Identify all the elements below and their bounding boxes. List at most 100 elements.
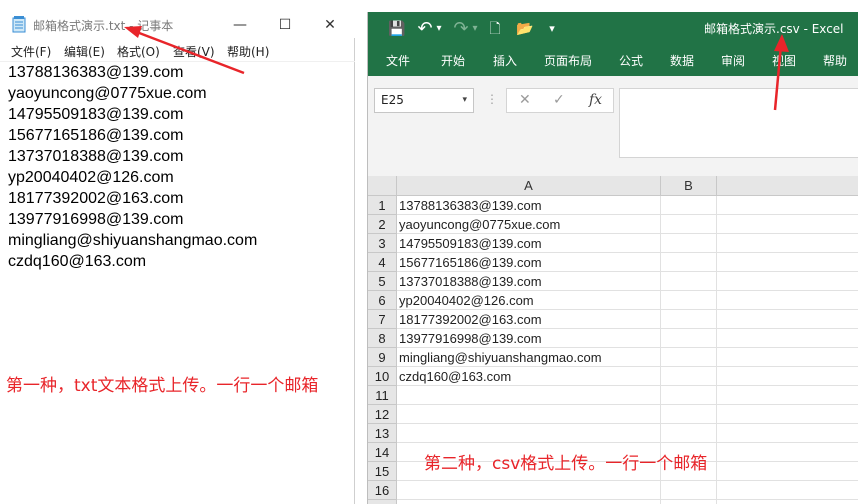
customize-quick-access-icon[interactable]: ▾ (546, 18, 558, 40)
tab-insert[interactable]: 插入 (493, 52, 517, 69)
minimize-button[interactable]: — (217, 12, 263, 38)
row-header[interactable]: 2 (368, 215, 397, 234)
cell-c[interactable] (717, 367, 858, 386)
cell-b[interactable] (661, 253, 717, 272)
cell-a[interactable]: 13977916998@139.com (397, 329, 661, 348)
cell-a[interactable]: mingliang@shiyuanshangmao.com (397, 348, 661, 367)
cell-b[interactable] (661, 424, 717, 443)
name-box[interactable]: E25 ▾ (374, 88, 474, 113)
cell-b[interactable] (661, 386, 717, 405)
row-header[interactable]: 12 (368, 405, 397, 424)
column-header-c[interactable]: C (717, 176, 858, 196)
cell-c[interactable] (717, 310, 858, 329)
save-icon[interactable]: 💾 (386, 18, 408, 40)
new-file-icon[interactable]: 🗋 (486, 18, 504, 40)
row-header[interactable]: 3 (368, 234, 397, 253)
close-button[interactable]: ✕ (307, 12, 353, 38)
cell-b[interactable] (661, 500, 717, 504)
cell-c[interactable] (717, 481, 858, 500)
cell-a[interactable] (397, 481, 661, 500)
cell-a[interactable]: 13737018388@139.com (397, 272, 661, 291)
formula-input[interactable] (619, 88, 858, 158)
tab-view[interactable]: 视图 (772, 52, 796, 69)
row-header[interactable]: 8 (368, 329, 397, 348)
cell-a[interactable]: 15677165186@139.com (397, 253, 661, 272)
cell-b[interactable] (661, 196, 717, 215)
cell-a[interactable] (397, 405, 661, 424)
row-header[interactable]: 4 (368, 253, 397, 272)
cancel-icon[interactable]: ✕ (519, 92, 531, 108)
cell-c[interactable] (717, 348, 858, 367)
tab-file[interactable]: 文件 (386, 52, 410, 69)
cell-c[interactable] (717, 386, 858, 405)
notepad-text-area[interactable]: 13788136383@139.com yaoyuncong@0775xue.c… (0, 61, 355, 504)
cell-a[interactable]: 13788136383@139.com (397, 196, 661, 215)
row-header[interactable]: 10 (368, 367, 397, 386)
cell-a[interactable]: yp20040402@126.com (397, 291, 661, 310)
cell-b[interactable] (661, 215, 717, 234)
row-header[interactable]: 6 (368, 291, 397, 310)
row-header[interactable]: 1 (368, 196, 397, 215)
name-box-dropdown-icon[interactable]: ▾ (462, 89, 467, 112)
cell-c[interactable] (717, 424, 858, 443)
cell-c[interactable] (717, 272, 858, 291)
menu-help[interactable]: 帮助(H) (227, 43, 269, 60)
cell-a[interactable]: yaoyuncong@0775xue.com (397, 215, 661, 234)
formula-bar-splitter-icon[interactable]: ⋮ (486, 92, 498, 106)
tab-page-layout[interactable]: 页面布局 (544, 52, 592, 69)
cell-b[interactable] (661, 329, 717, 348)
cell-c[interactable] (717, 500, 858, 504)
row-header[interactable]: 15 (368, 462, 397, 481)
column-header-a[interactable]: A (397, 176, 661, 196)
row-header[interactable]: 7 (368, 310, 397, 329)
row-header[interactable]: 9 (368, 348, 397, 367)
cell-c[interactable] (717, 234, 858, 253)
menu-file[interactable]: 文件(F) (11, 43, 51, 60)
tab-formulas[interactable]: 公式 (619, 52, 643, 69)
cell-c[interactable] (717, 443, 858, 462)
cell-b[interactable] (661, 367, 717, 386)
enter-icon[interactable]: ✓ (553, 92, 565, 108)
column-header-b[interactable]: B (661, 176, 717, 196)
redo-dropdown-icon[interactable]: ▾ (470, 18, 480, 40)
tab-review[interactable]: 审阅 (721, 52, 745, 69)
maximize-button[interactable]: ☐ (262, 12, 308, 38)
cell-c[interactable] (717, 253, 858, 272)
tab-data[interactable]: 数据 (670, 52, 694, 69)
cell-a[interactable]: 18177392002@163.com (397, 310, 661, 329)
cell-c[interactable] (717, 196, 858, 215)
redo-icon[interactable]: ↷ (452, 18, 470, 40)
row-header[interactable]: 17 (368, 500, 397, 504)
cell-a[interactable] (397, 424, 661, 443)
menu-format[interactable]: 格式(O) (117, 43, 160, 60)
row-header[interactable]: 14 (368, 443, 397, 462)
row-header[interactable]: 11 (368, 386, 397, 405)
menu-edit[interactable]: 编辑(E) (64, 43, 105, 60)
cell-c[interactable] (717, 405, 858, 424)
undo-dropdown-icon[interactable]: ▾ (434, 18, 444, 40)
cell-a[interactable]: 14795509183@139.com (397, 234, 661, 253)
row-header[interactable]: 5 (368, 272, 397, 291)
row-header[interactable]: 13 (368, 424, 397, 443)
tab-help[interactable]: 帮助 (823, 52, 847, 69)
cell-b[interactable] (661, 310, 717, 329)
undo-icon[interactable]: ↶ (416, 18, 434, 40)
cell-b[interactable] (661, 234, 717, 253)
cell-c[interactable] (717, 215, 858, 234)
cell-a[interactable] (397, 386, 661, 405)
cell-b[interactable] (661, 405, 717, 424)
insert-function-icon[interactable]: fx (589, 92, 602, 108)
cell-a[interactable] (397, 500, 661, 504)
tab-home[interactable]: 开始 (441, 52, 465, 69)
select-all-corner[interactable] (368, 176, 397, 196)
cell-c[interactable] (717, 329, 858, 348)
cell-c[interactable] (717, 462, 858, 481)
open-folder-icon[interactable]: 📂 (514, 18, 536, 40)
cell-b[interactable] (661, 348, 717, 367)
row-header[interactable]: 16 (368, 481, 397, 500)
cell-a[interactable]: czdq160@163.com (397, 367, 661, 386)
cell-b[interactable] (661, 272, 717, 291)
cell-b[interactable] (661, 291, 717, 310)
cell-c[interactable] (717, 291, 858, 310)
menu-view[interactable]: 查看(V) (173, 43, 215, 60)
